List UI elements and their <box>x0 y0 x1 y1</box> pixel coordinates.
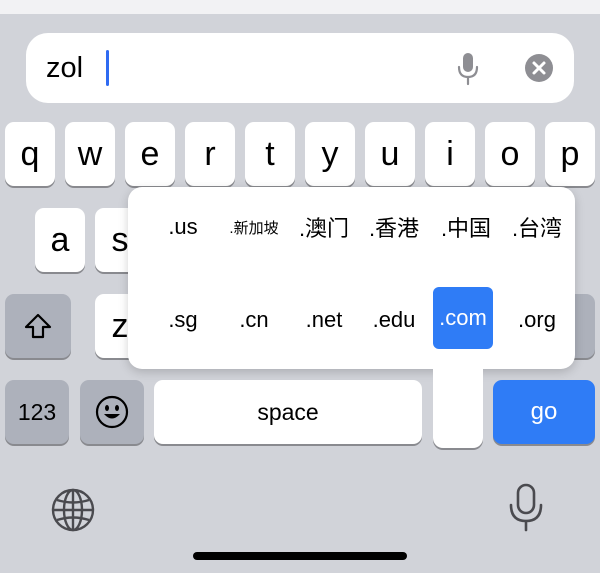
domain-option-sg[interactable]: .sg <box>148 292 218 348</box>
key-r[interactable]: r <box>185 122 235 186</box>
key-w[interactable]: w <box>65 122 115 186</box>
key-o[interactable]: o <box>485 122 535 186</box>
clear-text-button[interactable] <box>525 54 553 82</box>
globe-icon[interactable] <box>50 487 96 533</box>
home-indicator[interactable] <box>193 552 407 560</box>
key-t[interactable]: t <box>245 122 295 186</box>
emoji-key[interactable] <box>80 380 144 444</box>
shift-key[interactable] <box>5 294 71 358</box>
domain-option-cn[interactable]: .cn <box>218 292 290 348</box>
key-p[interactable]: p <box>545 122 595 186</box>
popup-key-tail <box>433 360 483 448</box>
shift-arrow-icon <box>24 313 52 339</box>
domain-option-com-selected[interactable]: .com <box>433 287 493 349</box>
key-i[interactable]: i <box>425 122 475 186</box>
key-a[interactable]: a <box>35 208 85 272</box>
search-input-text: zol <box>46 52 84 84</box>
key-u[interactable]: u <box>365 122 415 186</box>
clear-x-icon <box>532 61 546 75</box>
key-q[interactable]: q <box>5 122 55 186</box>
domain-option-taiwan[interactable]: .台湾 <box>502 199 572 255</box>
text-caret <box>106 50 109 86</box>
domain-option-china[interactable]: .中国 <box>430 199 502 255</box>
domain-option-singapore[interactable]: .新加坡 <box>218 199 290 255</box>
numbers-key[interactable]: 123 <box>5 380 69 444</box>
domain-option-net[interactable]: .net <box>290 292 358 348</box>
microphone-icon[interactable] <box>456 52 480 86</box>
search-field[interactable]: zol <box>26 33 574 103</box>
key-y[interactable]: y <box>305 122 355 186</box>
go-key[interactable]: go <box>493 380 595 444</box>
domain-suggestions-popup: .us .新加坡 .澳门 .香港 .中国 .台湾 .sg .cn .net .e… <box>128 187 575 369</box>
dictation-microphone-icon[interactable] <box>508 483 544 533</box>
top-strip <box>0 0 600 14</box>
emoji-face-icon <box>95 395 129 429</box>
domain-option-us[interactable]: .us <box>148 199 218 255</box>
domain-option-hongkong[interactable]: .香港 <box>358 199 430 255</box>
space-key[interactable]: space <box>154 380 422 444</box>
domain-option-macau[interactable]: .澳门 <box>290 199 358 255</box>
domain-option-edu[interactable]: .edu <box>358 292 430 348</box>
key-e[interactable]: e <box>125 122 175 186</box>
domain-option-org[interactable]: .org <box>502 292 572 348</box>
